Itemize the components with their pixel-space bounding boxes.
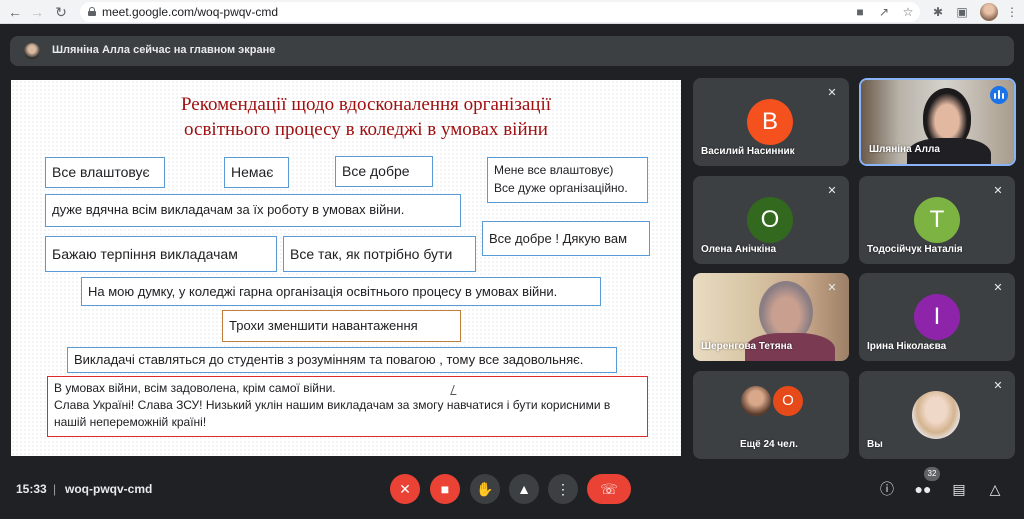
more-vertical-icon: ⋮ (556, 481, 570, 497)
participant-tile[interactable]: Т ✕ Тодосійчук Наталія (859, 176, 1015, 264)
profile-avatar[interactable] (980, 3, 998, 21)
sticky-note: Все влаштовує (45, 157, 165, 188)
sticky-note: Все так, як потрібно бути (283, 236, 476, 272)
menu-kebab-icon[interactable]: ⋮ (1004, 4, 1020, 20)
sticky-note: На мою думку, у коледжі гарна організаці… (81, 277, 601, 306)
participant-tile[interactable]: О ✕ Олена Анічкіна (693, 176, 849, 264)
mic-off-icon: ✕ (827, 185, 837, 197)
sticky-note: Трохи зменшити навантаження (222, 310, 461, 342)
camera-off-icon: ■ (440, 481, 450, 497)
avatar (741, 386, 771, 416)
sticky-note: Мене все влаштовує) Все дуже організацій… (487, 157, 648, 203)
more-participants-tile[interactable]: О Ещё 24 чел. (693, 371, 849, 459)
avatar: В (747, 99, 793, 145)
address-bar[interactable]: meet.google.com/woq-pwqv-cmd (80, 2, 920, 22)
browser-toolbar: ← → ↻ meet.google.com/woq-pwqv-cmd ■ ↗ ☆… (0, 0, 1024, 24)
avatar: О (773, 386, 803, 416)
back-icon[interactable]: ← (6, 3, 24, 21)
sticky-note: В умовах війни, всім задоволена, крім са… (47, 376, 648, 437)
bookmark-star-icon[interactable]: ☆ (900, 4, 916, 20)
sticky-note: Немає (224, 157, 289, 188)
reload-icon[interactable]: ↻ (52, 3, 70, 21)
participant-name: Ірина Ніколаєва (867, 341, 947, 352)
separator: | (53, 482, 57, 496)
shared-presentation: Рекомендації щодо вдосконалення організа… (11, 80, 681, 456)
extensions-icon[interactable]: ✱ (930, 4, 946, 20)
self-tile[interactable]: ✕ Вы (859, 371, 1015, 459)
more-participants-label: Ещё 24 чел. (740, 439, 798, 450)
mic-off-icon: ✕ (993, 282, 1003, 294)
activities-button[interactable]: △ (984, 478, 1006, 500)
sticky-note: Бажаю терпіння викладачам (45, 236, 277, 272)
slide-title: Рекомендації щодо вдосконалення організа… (180, 94, 552, 140)
avatar: О (747, 197, 793, 243)
camera-off-button[interactable]: ■ (430, 474, 460, 504)
leave-call-button[interactable]: ☏ (587, 474, 631, 504)
avatar: І (914, 294, 960, 340)
mic-off-icon: ✕ (993, 185, 1003, 197)
participant-tile[interactable]: В ✕ Василий Насинник (693, 78, 849, 166)
more-options-button[interactable]: ⋮ (548, 474, 578, 504)
meeting-details-button[interactable]: ⓘ (876, 478, 898, 500)
participant-tile[interactable]: Шляніна Алла (859, 78, 1016, 166)
people-button[interactable]: ●● (912, 478, 934, 500)
avatar (912, 391, 960, 439)
participant-name: Олена Анічкіна (701, 244, 777, 255)
end-call-icon: ☏ (600, 481, 618, 497)
hand-icon: ✋ (476, 481, 494, 497)
participant-name: Шляніна Алла (869, 144, 940, 155)
present-screen-button[interactable]: ▲ (509, 474, 539, 504)
lock-icon (88, 7, 96, 16)
sticky-note: Все добре (335, 156, 433, 187)
share-icon[interactable]: ↗ (876, 4, 892, 20)
mic-off-icon: ✕ (993, 380, 1003, 392)
participant-name: Вы (867, 439, 883, 450)
sticky-note: Викладачі ставляться до студентів з розу… (67, 347, 617, 373)
url-text: meet.google.com/woq-pwqv-cmd (102, 5, 279, 19)
presenter-avatar (24, 43, 40, 59)
sticky-note: Все добре ! Дякую вам (482, 221, 650, 256)
avatar: Т (914, 197, 960, 243)
participant-tile[interactable]: І ✕ Ірина Ніколаєва (859, 273, 1015, 361)
participant-tile[interactable]: ✕ Шеренгова Тетяна (693, 273, 849, 361)
camera-icon[interactable]: ■ (852, 4, 868, 20)
participant-name: Тодосійчук Наталія (867, 244, 963, 255)
microphone-off-button[interactable]: ✕ (390, 474, 420, 504)
raise-hand-button[interactable]: ✋ (470, 474, 500, 504)
participant-name: Василий Насинник (701, 146, 795, 157)
meeting-code: woq-pwqv-cmd (65, 482, 153, 496)
presenter-banner: Шляніна Алла сейчас на главном экране (10, 36, 1014, 66)
mic-off-icon: ✕ (827, 87, 837, 99)
sticky-note: дуже вдячна всім викладачам за їх роботу… (45, 194, 461, 227)
speaking-indicator-icon (990, 86, 1008, 104)
mic-off-icon: ✕ (399, 481, 411, 497)
mic-off-icon: ✕ (827, 282, 837, 294)
participant-name: Шеренгова Тетяна (701, 341, 793, 352)
presenter-text: Шляніна Алла сейчас на главном экране (52, 44, 276, 56)
clock-time: 15:33 (16, 482, 47, 496)
present-screen-icon: ▲ (517, 481, 531, 497)
participant-count-badge: 32 (924, 467, 940, 481)
forward-icon[interactable]: → (28, 3, 46, 21)
chat-button[interactable]: ▤ (948, 478, 970, 500)
side-panel-icon[interactable]: ▣ (954, 4, 970, 20)
